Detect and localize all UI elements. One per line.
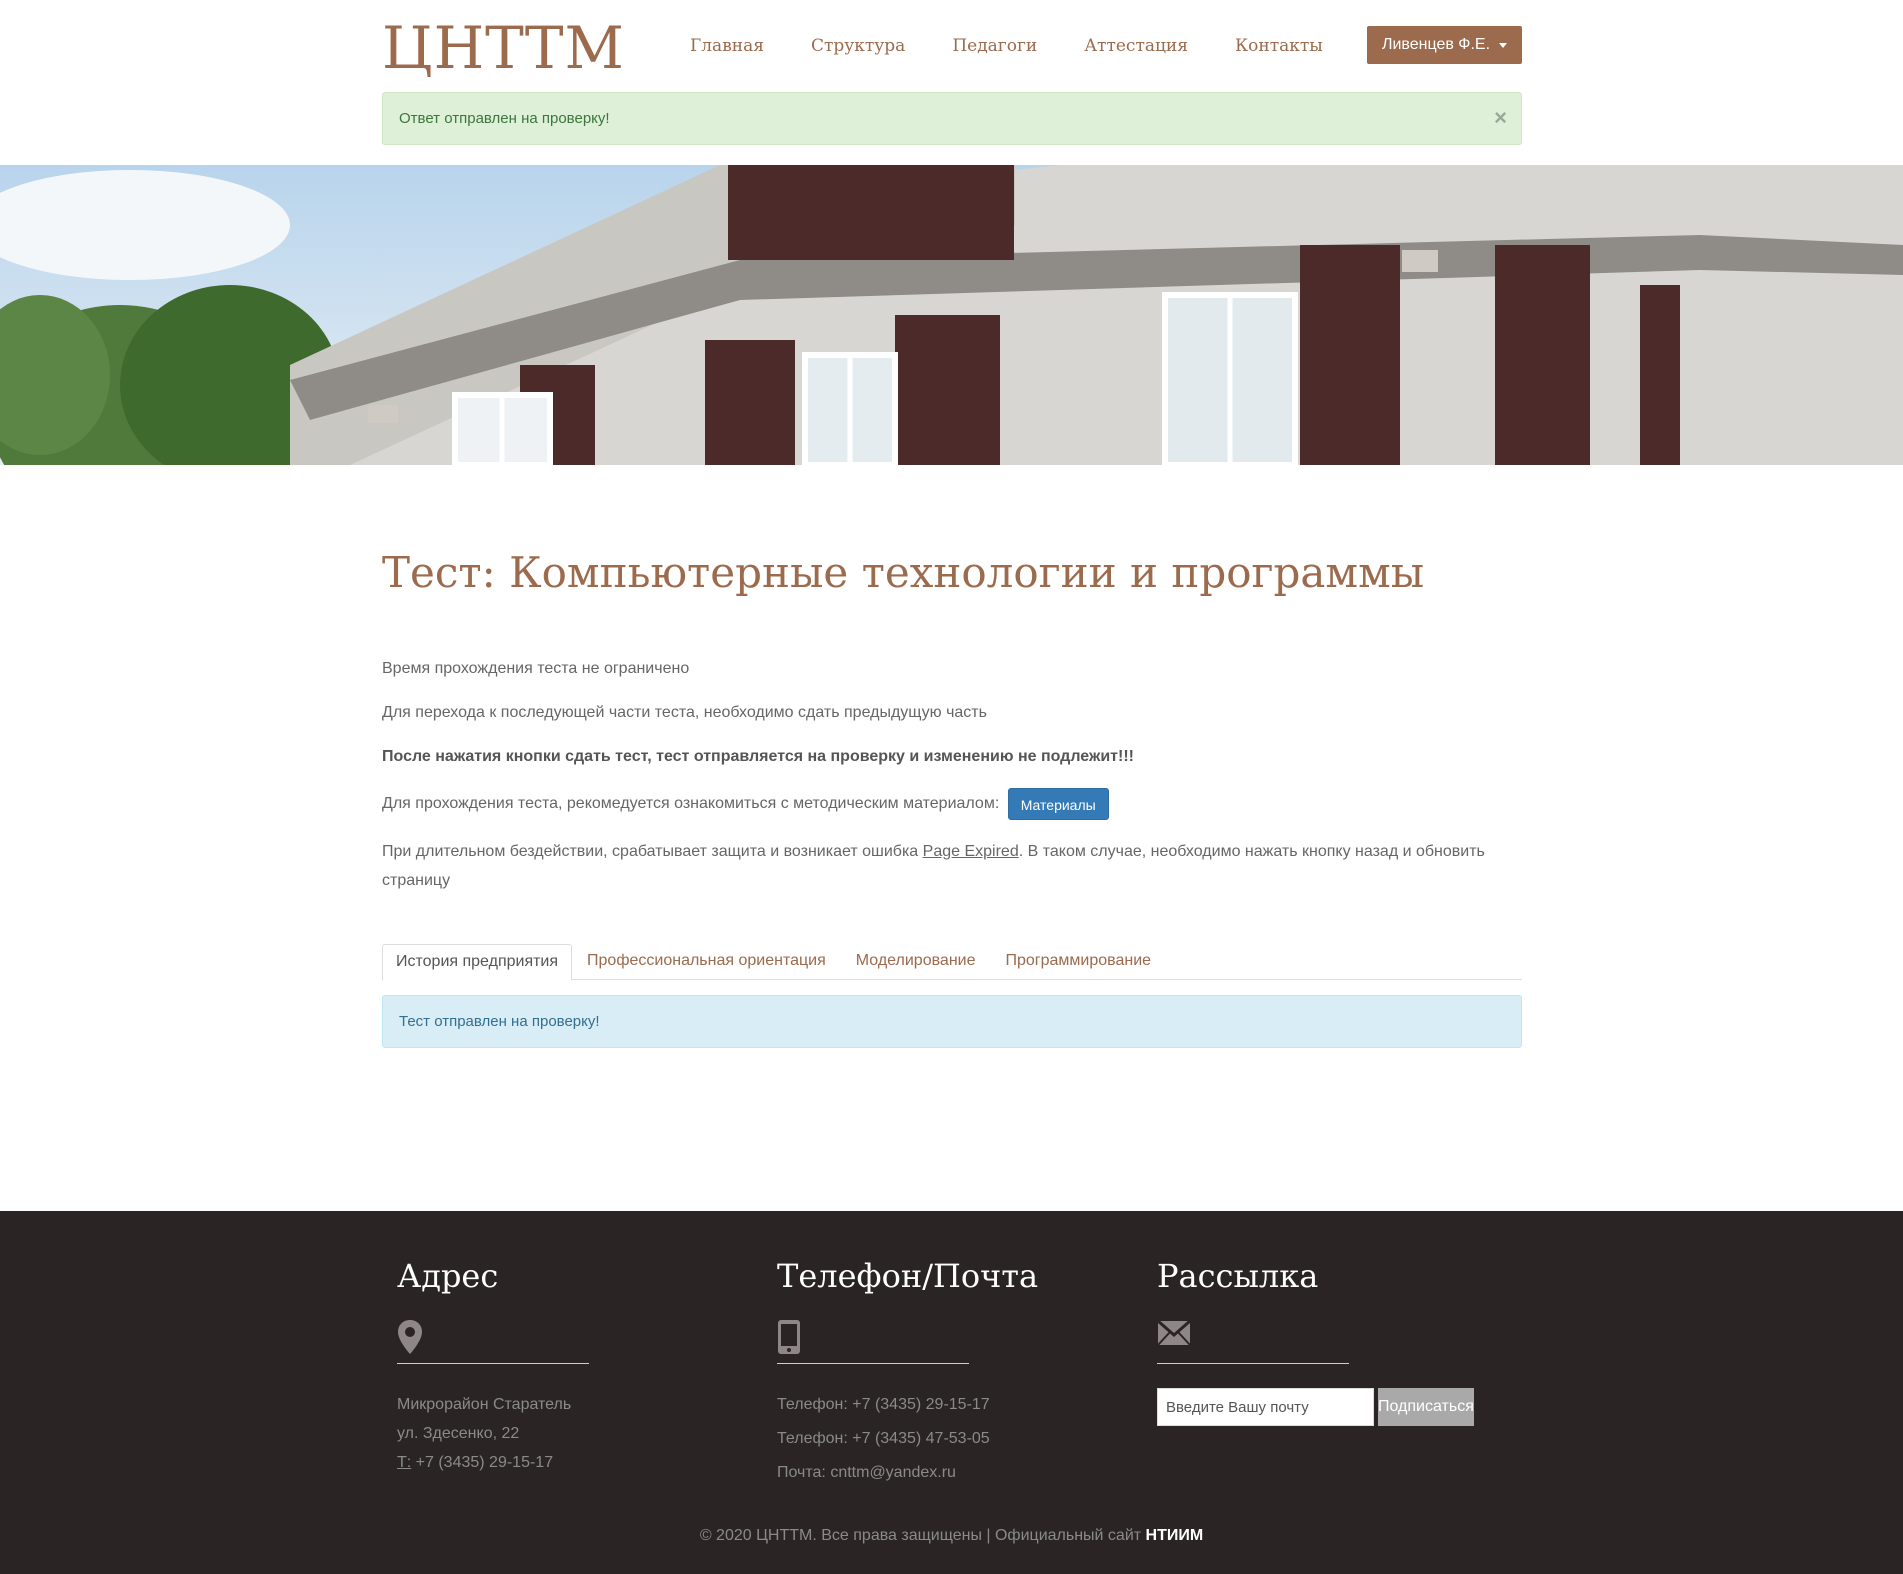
copyright-text: © 2020 ЦНТТМ. Все права защищены | Офици… xyxy=(699,1527,1146,1544)
footer-address-column: Адрес Микрорайон Старатель ул. Здесенко,… xyxy=(397,1257,697,1477)
footer-divider xyxy=(777,1363,969,1364)
warning-text: После нажатия кнопки сдать тест, тест от… xyxy=(382,748,1134,765)
mobile-phone-icon xyxy=(777,1319,817,1359)
page-expired-note: При длительном бездействии, срабатывает … xyxy=(382,837,1522,895)
contact-email: Почта: cnttm@yandex.ru xyxy=(777,1464,956,1481)
building-illustration xyxy=(0,165,1903,465)
materials-note-text: Для прохождения теста, рекомедуется озна… xyxy=(382,795,1000,813)
newsletter-form: Подписаться xyxy=(1157,1388,1474,1426)
main-nav: Главная Структура Педагоги Аттестация Ко… xyxy=(690,36,1370,56)
test-order-note: Для перехода к последующей части теста, … xyxy=(382,704,987,721)
nav-item-structure[interactable]: Структура xyxy=(811,36,905,56)
footer-newsletter-column: Рассылка Подписаться xyxy=(1157,1257,1474,1426)
success-alert: Ответ отправлен на проверку! × xyxy=(382,92,1522,145)
phone-value: +7 (3435) 29-15-17 xyxy=(411,1454,554,1471)
footer-address-text: Микрорайон Старатель ул. Здесенко, 22 Т:… xyxy=(397,1390,697,1477)
map-marker-icon xyxy=(397,1319,437,1359)
nav-item-home[interactable]: Главная xyxy=(690,36,764,56)
nav-item-certification[interactable]: Аттестация xyxy=(1084,36,1188,56)
tab-company-history[interactable]: История предприятия xyxy=(382,944,573,981)
footer-newsletter-title: Рассылка xyxy=(1157,1257,1319,1295)
test-part-tabs: История предприятия Профессиональная ори… xyxy=(382,944,1522,981)
tab-modeling[interactable]: Моделирование xyxy=(841,944,991,979)
address-line-1: Микрорайон Старатель xyxy=(397,1396,572,1413)
tab-career-guidance[interactable]: Профессиональная ориентация xyxy=(572,944,841,979)
close-icon[interactable]: × xyxy=(1494,105,1507,131)
site-footer: Адрес Микрорайон Старатель ул. Здесенко,… xyxy=(0,1211,1903,1574)
page-expired-link[interactable]: Page Expired xyxy=(923,843,1019,860)
caret-down-icon xyxy=(1499,42,1508,48)
phone-label: Т: xyxy=(397,1454,412,1471)
address-line-2: ул. Здесенко, 22 xyxy=(397,1425,520,1442)
footer-address-title: Адрес xyxy=(397,1257,499,1295)
test-warning-note: После нажатия кнопки сдать тест, тест от… xyxy=(382,742,1522,771)
footer-divider xyxy=(397,1363,589,1364)
copyright: © 2020 ЦНТТМ. Все права защищены | Офици… xyxy=(0,1527,1903,1545)
info-alert-text: Тест отправлен на проверку! xyxy=(399,1013,600,1030)
subscribe-button[interactable]: Подписаться xyxy=(1378,1388,1474,1426)
tab-programming[interactable]: Программирование xyxy=(990,944,1166,979)
user-menu-button[interactable]: Ливенцев Ф.Е. xyxy=(1367,26,1522,64)
footer-contacts-title: Телефон/Почта xyxy=(777,1257,1039,1295)
user-menu-label: Ливенцев Ф.Е. xyxy=(1381,36,1491,53)
envelope-icon xyxy=(1157,1319,1197,1359)
contact-phone-1: Телефон: +7 (3435) 29-15-17 xyxy=(777,1396,990,1413)
nav-item-contacts[interactable]: Контакты xyxy=(1235,36,1323,56)
test-time-note: Время прохождения теста не ограничено xyxy=(382,660,690,677)
hero-banner-image xyxy=(0,165,1903,465)
page-title: Тест: Компьютерные технологии и программ… xyxy=(382,548,1425,597)
site-logo[interactable]: ЦНТТМ xyxy=(382,14,625,82)
newsletter-email-input[interactable] xyxy=(1157,1388,1374,1426)
footer-contacts-column: Телефон/Почта Телефон: +7 (3435) 29-15-1… xyxy=(777,1257,1077,1490)
materials-note: Для прохождения теста, рекомедуется озна… xyxy=(382,788,1522,820)
success-alert-text: Ответ отправлен на проверку! xyxy=(399,110,610,127)
contact-phone-2: Телефон: +7 (3435) 47-53-05 xyxy=(777,1430,990,1447)
info-alert: Тест отправлен на проверку! xyxy=(382,995,1522,1048)
page-expired-text-before: При длительном бездействии, срабатывает … xyxy=(382,843,923,860)
ntiim-link[interactable]: НТИИМ xyxy=(1146,1527,1204,1544)
footer-contacts-text: Телефон: +7 (3435) 29-15-17 Телефон: +7 … xyxy=(777,1388,1077,1490)
address-phone: Т: +7 (3435) 29-15-17 xyxy=(397,1448,697,1477)
nav-item-teachers[interactable]: Педагоги xyxy=(952,36,1037,56)
footer-divider xyxy=(1157,1363,1349,1364)
materials-button[interactable]: Материалы xyxy=(1007,788,1109,820)
